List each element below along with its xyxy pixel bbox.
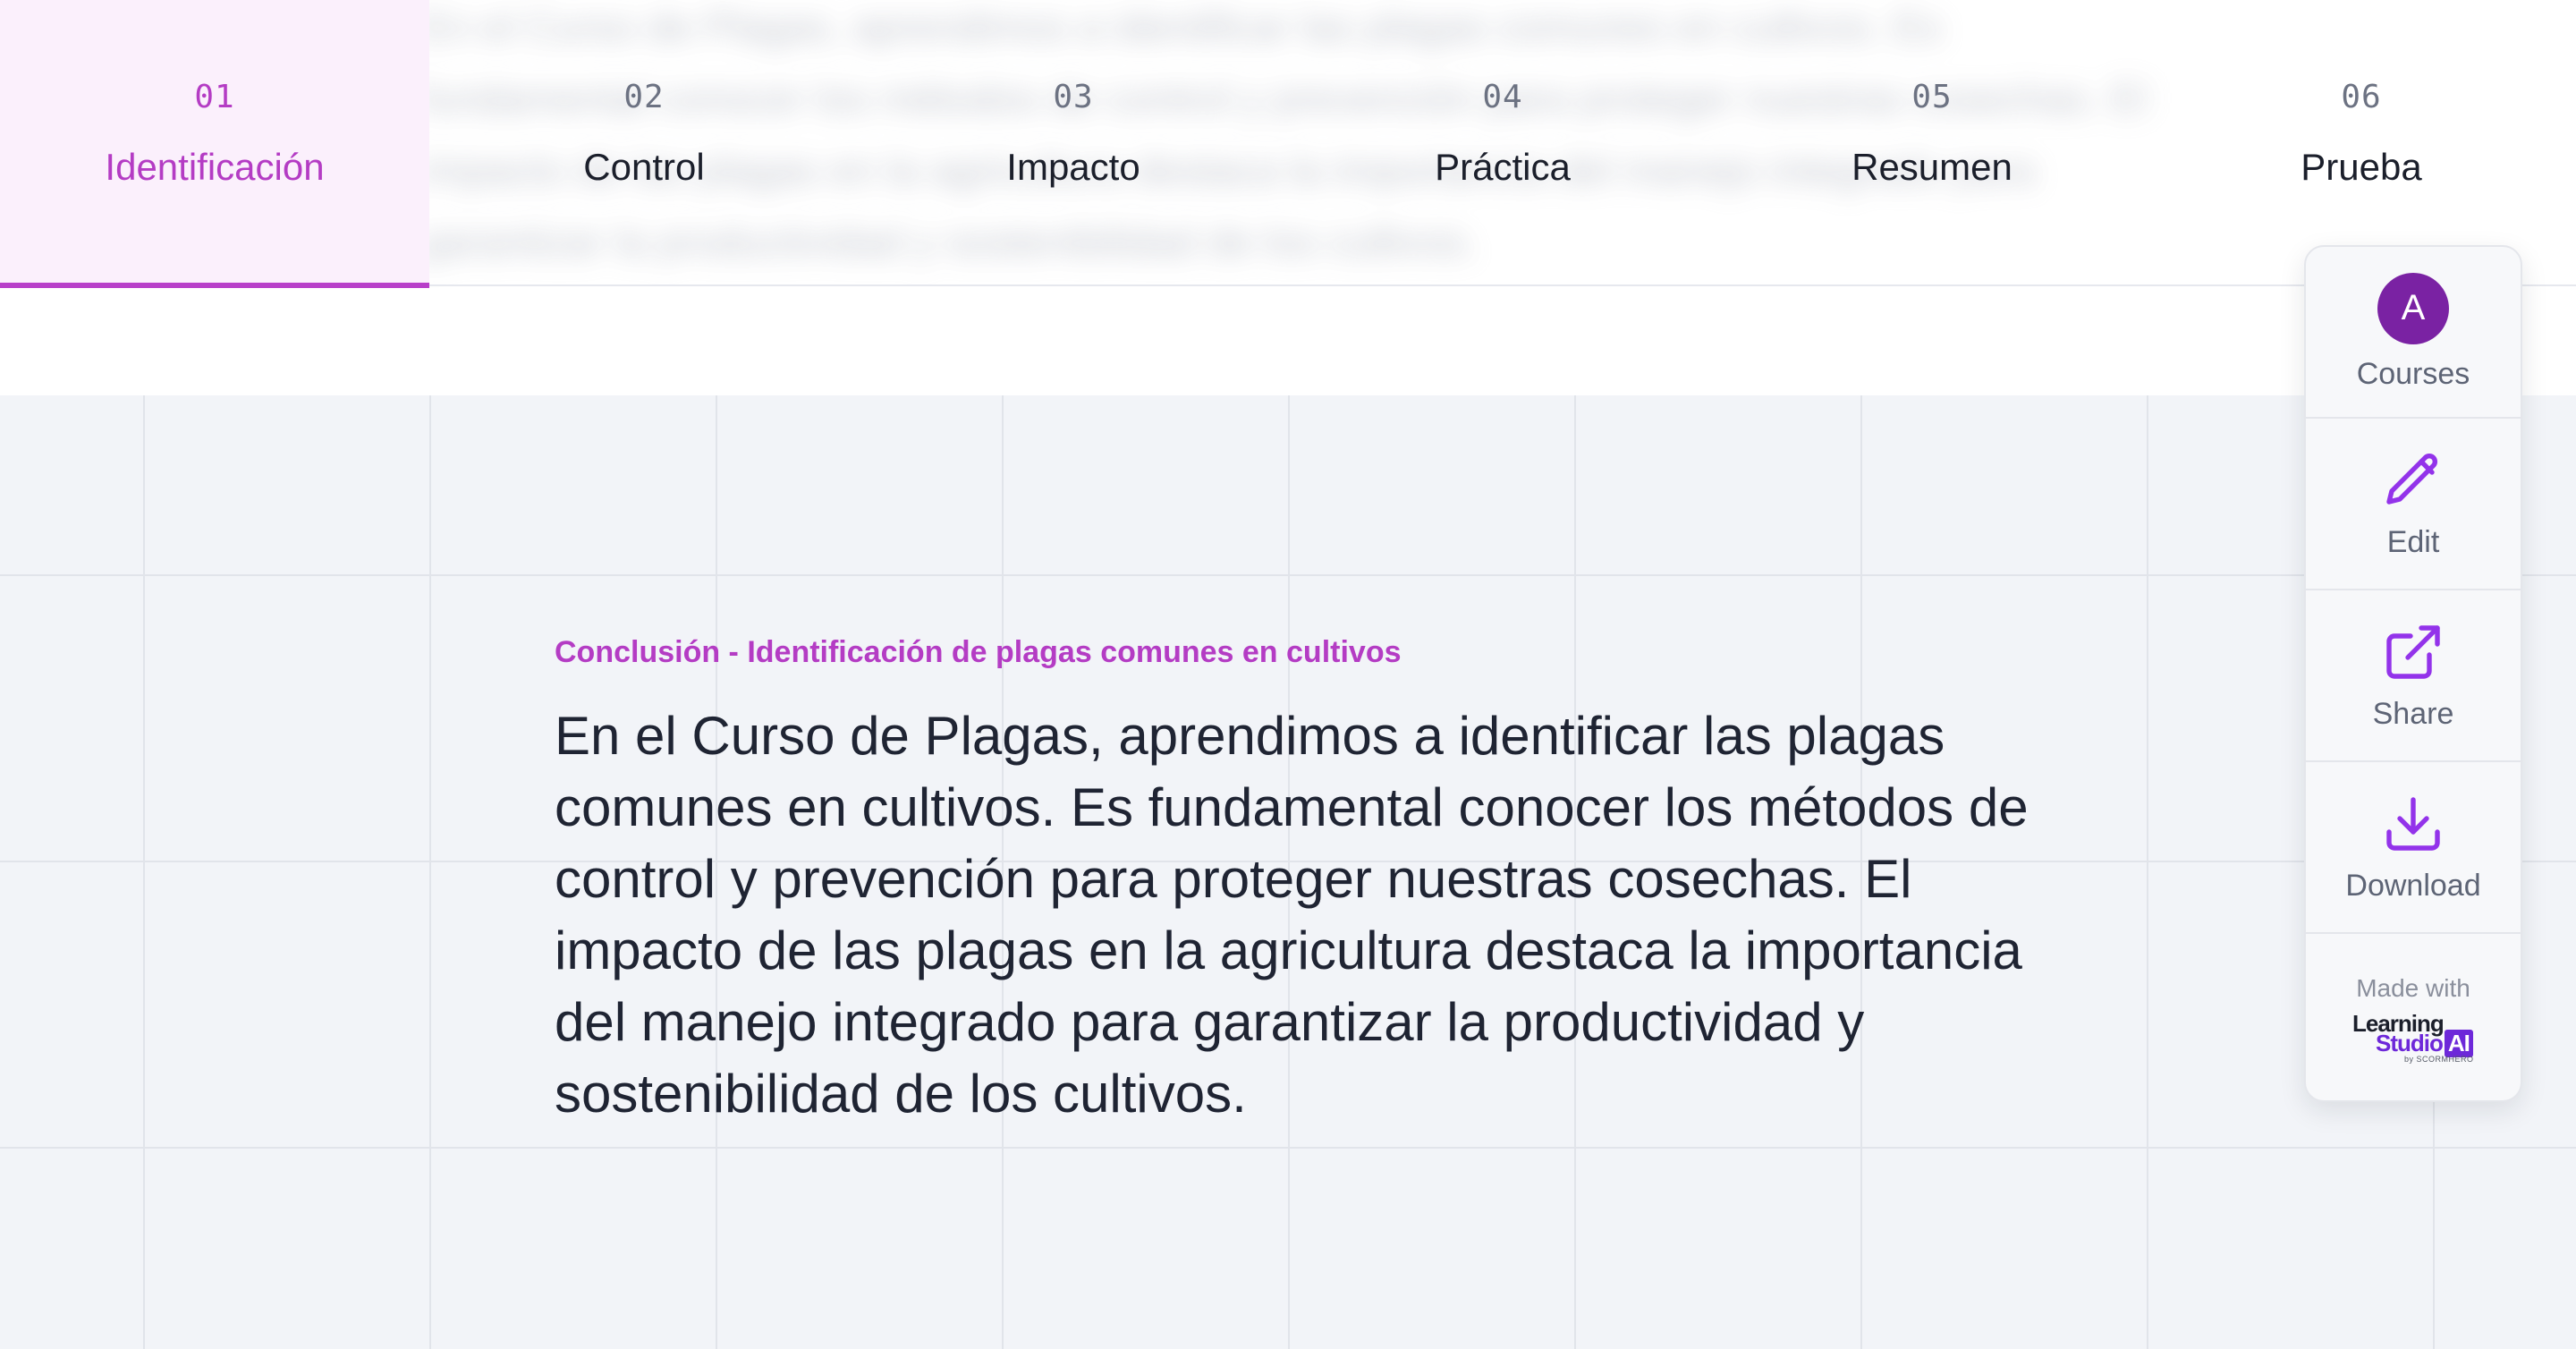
brand-ai: AI bbox=[2444, 1030, 2473, 1057]
external-link-icon bbox=[2381, 620, 2445, 684]
brand-by: by SCORMHERO bbox=[2404, 1055, 2474, 1064]
share-label: Share bbox=[2372, 696, 2454, 731]
edit-label: Edit bbox=[2386, 524, 2440, 559]
floating-side-panel: A Courses Edit Share Download Made with … bbox=[2304, 245, 2522, 1102]
tab-number: 02 bbox=[623, 79, 665, 115]
tab-impacto[interactable]: 03 Impacto bbox=[859, 0, 1288, 286]
tab-identificacion[interactable]: 01 Identificación bbox=[0, 0, 429, 288]
tab-number: 04 bbox=[1482, 79, 1523, 115]
edit-button[interactable]: Edit bbox=[2306, 419, 2521, 590]
brand-studio: Studio bbox=[2376, 1030, 2444, 1056]
courses-button[interactable]: A Courses bbox=[2306, 247, 2521, 419]
brand-bottom: Studio AI bbox=[2376, 1030, 2473, 1057]
tab-resumen[interactable]: 05 Resumen bbox=[1717, 0, 2147, 286]
section-eyebrow: Conclusión - Identificación de plagas co… bbox=[555, 635, 1402, 669]
tab-number: 05 bbox=[1911, 79, 1953, 115]
download-label: Download bbox=[2345, 868, 2481, 903]
top-area: En el Curso de Plagas, aprendimos a iden… bbox=[0, 0, 2576, 395]
tab-label: Identificación bbox=[105, 146, 325, 188]
tab-label: Práctica bbox=[1435, 146, 1571, 188]
learning-studio-logo: Learning Studio AI by SCORMHERO bbox=[2351, 1010, 2476, 1064]
share-button[interactable]: Share bbox=[2306, 590, 2521, 762]
tab-control[interactable]: 02 Control bbox=[429, 0, 859, 286]
pencil-icon bbox=[2381, 448, 2445, 513]
tab-prueba[interactable]: 06 Prueba bbox=[2147, 0, 2576, 286]
tab-label: Resumen bbox=[1852, 146, 2012, 188]
tab-number: 01 bbox=[194, 79, 235, 115]
download-icon bbox=[2381, 792, 2445, 856]
made-with-label: Made with bbox=[2356, 974, 2470, 1002]
tab-label: Impacto bbox=[1006, 146, 1140, 188]
section-tabs: 01 Identificación 02 Control 03 Impacto … bbox=[0, 0, 2576, 288]
made-with-badge[interactable]: Made with Learning Studio AI by SCORMHERO bbox=[2306, 934, 2521, 1100]
avatar: A bbox=[2377, 272, 2449, 344]
conclusion-section: Conclusión - Identificación de plagas co… bbox=[555, 635, 2039, 1130]
section-body: En el Curso de Plagas, aprendimos a iden… bbox=[555, 706, 2029, 1124]
tab-number: 03 bbox=[1053, 79, 1094, 115]
tab-practica[interactable]: 04 Práctica bbox=[1288, 0, 1717, 286]
tab-number: 06 bbox=[2341, 79, 2382, 115]
tab-label: Control bbox=[583, 146, 705, 188]
courses-label: Courses bbox=[2356, 356, 2470, 391]
page: En el Curso de Plagas, aprendimos a iden… bbox=[0, 0, 2576, 1349]
download-button[interactable]: Download bbox=[2306, 762, 2521, 934]
tab-label: Prueba bbox=[2301, 146, 2422, 188]
